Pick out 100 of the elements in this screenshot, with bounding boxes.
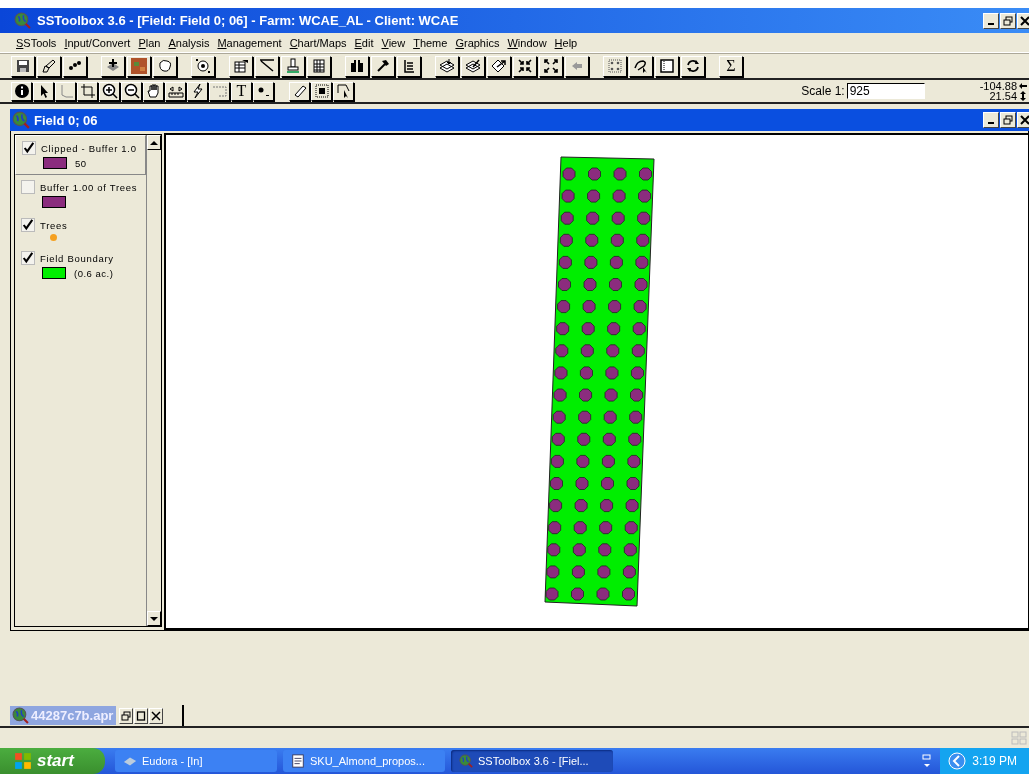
close-button[interactable] [149, 707, 164, 724]
refresh-icon [685, 58, 701, 74]
toolbar-button[interactable] [461, 55, 485, 77]
zoom-to-layer-icon [491, 58, 507, 74]
taskbar-button[interactable]: Eudora - [In] [115, 750, 277, 772]
sum-button[interactable]: Σ [719, 55, 743, 77]
layer-name: Field Boundary [40, 252, 114, 264]
maximize-button[interactable] [134, 707, 149, 724]
toolbar-button[interactable] [229, 55, 253, 77]
toolbar-button[interactable] [397, 55, 421, 77]
restore-button[interactable] [1000, 112, 1016, 128]
toolbar-button[interactable] [629, 55, 653, 77]
network-icon [922, 754, 933, 768]
frame-icon [659, 58, 675, 74]
legend-item[interactable]: Clipped - Buffer 1.0 50 [15, 135, 146, 175]
toolbar-button[interactable] [253, 81, 274, 101]
toolbar-button[interactable] [121, 81, 142, 101]
toolbar-button[interactable] [345, 55, 369, 77]
toolbar-button[interactable] [187, 81, 208, 101]
menu-item[interactable]: Edit [350, 36, 378, 50]
scale-field[interactable]: 925 [846, 83, 925, 99]
toolbar-button[interactable] [333, 81, 354, 101]
toolbar-button[interactable] [33, 81, 54, 101]
checkbox[interactable] [21, 251, 35, 265]
polygon-icon [157, 58, 173, 74]
menu-item[interactable]: Window [503, 36, 551, 50]
minimize-button[interactable] [983, 112, 999, 128]
map-view[interactable] [164, 133, 1028, 630]
scroll-up-button[interactable] [147, 135, 161, 150]
menu-item[interactable]: SSTools [12, 36, 61, 50]
close-icon [151, 710, 162, 721]
toolbar-button[interactable] [55, 81, 76, 101]
toolbar-button[interactable] [191, 55, 215, 77]
legend-item[interactable]: Field Boundary (0.6 ac.) [15, 246, 146, 284]
toolbar-button[interactable] [77, 81, 98, 101]
select-cursor-icon [335, 83, 352, 99]
minimize-button[interactable] [983, 12, 999, 29]
menu-item[interactable]: Theme [409, 36, 452, 50]
binoculars-icon [349, 58, 365, 74]
save-icon [15, 58, 31, 74]
toolbar-button[interactable] [37, 55, 61, 77]
toolbar-button[interactable] [311, 81, 332, 101]
pan-hand-icon [145, 83, 162, 99]
toolbar-button[interactable] [127, 55, 151, 77]
layers-icon [439, 58, 455, 74]
calculator-icon [311, 58, 327, 74]
menu-item[interactable]: Help [550, 36, 582, 50]
toolbar-button[interactable] [289, 81, 310, 101]
menu-item[interactable]: View [377, 36, 410, 50]
menu-item[interactable]: Chart/Maps [285, 36, 351, 50]
toolbar-button[interactable] [655, 55, 679, 77]
text-tool-button[interactable]: T [231, 81, 252, 101]
zoom-in-arrows-icon [517, 58, 533, 74]
toolbar-button[interactable] [143, 81, 164, 101]
window-title: SSToolbox 3.6 - [Field: Field 0; 06] - Farm: WCAE_AL - Client: WCAE [37, 13, 460, 28]
toolbar-button[interactable] [63, 55, 87, 77]
toolbar-button[interactable] [435, 55, 459, 77]
crop-icon [79, 83, 96, 99]
expand-tray-icon[interactable] [948, 752, 967, 770]
vertical-arrow-icon [1019, 91, 1027, 101]
taskbar-button[interactable]: SSToolbox 3.6 - [Fiel... [451, 750, 613, 772]
menu-item[interactable]: Management [213, 36, 286, 50]
toolbar-button[interactable] [99, 81, 120, 101]
scroll-down-button[interactable] [147, 611, 161, 626]
menu-item[interactable]: Input/Convert [60, 36, 135, 50]
select-box-icon [313, 83, 330, 99]
toolbar-button[interactable] [11, 81, 32, 101]
toolbar-button[interactable] [371, 55, 395, 77]
menu-item[interactable]: Analysis [164, 36, 214, 50]
close-button[interactable] [1017, 112, 1029, 128]
minimize-icon [988, 122, 994, 124]
toolbar-button[interactable] [565, 55, 589, 77]
toolbar-button[interactable] [11, 55, 35, 77]
toolbar-button[interactable] [603, 55, 627, 77]
checkbox[interactable] [21, 218, 35, 232]
checkbox[interactable] [21, 180, 35, 194]
toolbar-button[interactable] [209, 81, 230, 101]
up-arrow-icon [150, 139, 158, 146]
toolbar-button[interactable] [101, 55, 125, 77]
toolbar-button[interactable] [513, 55, 537, 77]
toolbar-button[interactable] [153, 55, 177, 77]
legend-item[interactable]: Trees [15, 213, 146, 246]
menu-item[interactable]: Graphics [451, 36, 504, 50]
close-button[interactable] [1017, 12, 1029, 29]
toolbar-button[interactable] [281, 55, 305, 77]
toolbar-button[interactable] [539, 55, 563, 77]
toolbar-button[interactable] [681, 55, 705, 77]
restore-button[interactable] [119, 707, 134, 724]
legend-item[interactable]: Buffer 1.00 of Trees [15, 175, 146, 213]
resize-grip-icon [1011, 731, 1027, 745]
toolbar-button[interactable] [487, 55, 511, 77]
restore-button[interactable] [1000, 12, 1016, 29]
toolbar-button[interactable] [307, 55, 331, 77]
field-window-icon [12, 111, 30, 129]
taskbar-button[interactable]: SKU_Almond_propos... [283, 750, 445, 772]
toolbar-button[interactable] [255, 55, 279, 77]
checkbox[interactable] [22, 141, 36, 155]
menu-item[interactable]: Plan [134, 36, 165, 50]
app-logo-icon [459, 754, 473, 768]
minimized-window-title: 44287c7b.apr [31, 708, 114, 723]
